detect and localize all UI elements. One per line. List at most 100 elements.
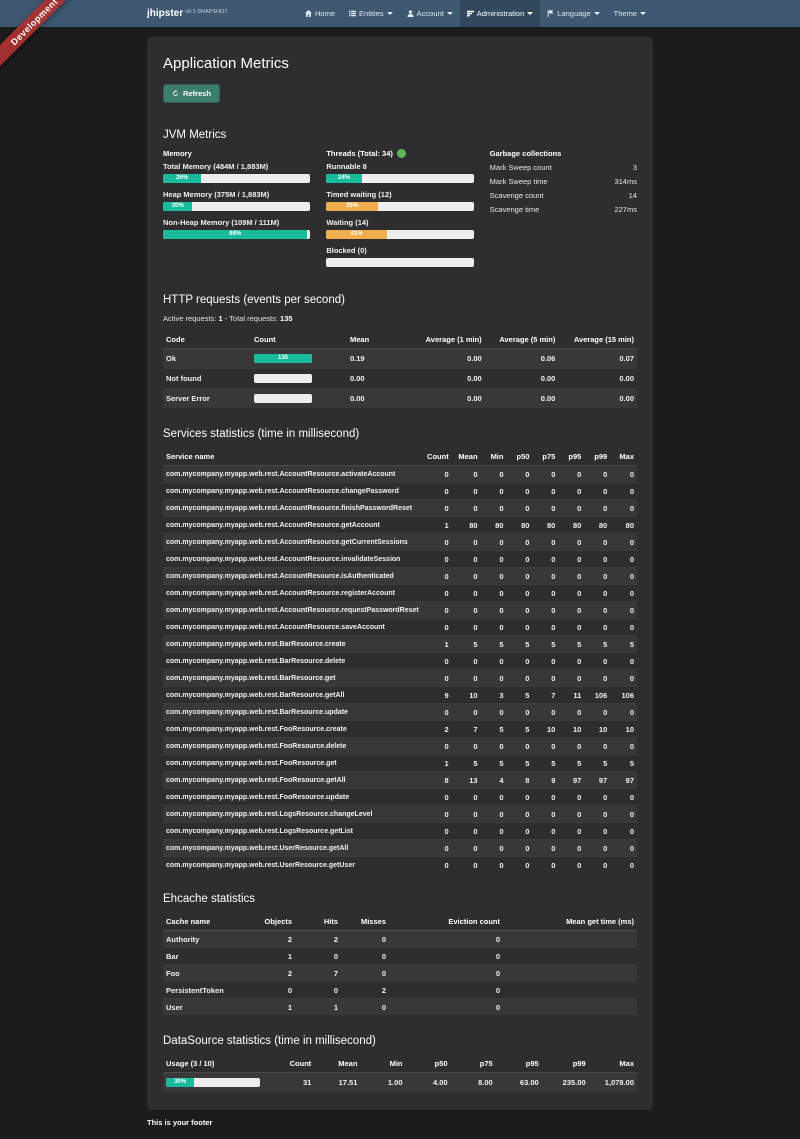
cell: 1 [422,755,452,772]
cell: 0 [584,653,610,670]
cell: 0 [452,568,481,585]
cell: 5 [481,636,507,653]
gc-label: Scavenge count [490,191,544,200]
cell: 0 [452,483,481,500]
cell: 0 [558,619,584,636]
cell: 0 [506,806,532,823]
cell: 0 [389,931,503,948]
nav-item-theme[interactable]: Theme [607,0,653,27]
nav-item-label: Theme [614,9,637,18]
metric: Timed waiting (12)35% [326,190,473,211]
cell: 106 [610,687,637,704]
column-header: p99 [542,1055,589,1073]
table-header-row: CodeCountMeanAverage (1 min)Average (5 m… [163,331,637,349]
cell: 13 [452,772,481,789]
cell: 0 [584,840,610,857]
cell: 0 [341,965,389,982]
table-row: com.mycompany.myapp.web.rest.BarResource… [163,687,637,704]
cell: com.mycompany.myapp.web.rest.AccountReso… [163,466,422,483]
entities-icon [349,10,356,17]
refresh-button-label: Refresh [183,89,211,98]
cell: Ok [163,349,251,369]
navbar-container: jhipster v0.1-SNAPSHOT HomeEntitiesAccou… [147,0,653,27]
cell: 0 [532,534,558,551]
cell: 0 [558,704,584,721]
progress-bar: 98% [163,230,310,239]
cell: 5 [481,755,507,772]
nav-item-entities[interactable]: Entities [342,0,400,27]
cell: 0 [481,483,507,500]
metric-label: Non-Heap Memory (109M / 111M) [163,218,310,227]
column-header: p50 [506,448,532,466]
cell: 0.07 [558,349,637,369]
user-icon [407,10,414,17]
active-requests-label: Active requests: [163,314,216,323]
cell: 0 [610,670,637,687]
cell: 0 [506,619,532,636]
cell: 0 [610,823,637,840]
memory-bars: Total Memory (484M / 1,883M)26%Heap Memo… [163,162,310,239]
cell: 0 [532,670,558,687]
cell: 8 [422,772,452,789]
thread-dump-icon[interactable] [397,149,406,158]
cell: 8 [506,772,532,789]
cell: com.mycompany.myapp.web.rest.AccountReso… [163,483,422,500]
summary-separator: - [225,314,228,323]
cell: 0 [558,857,584,874]
brand-link[interactable]: jhipster v0.1-SNAPSHOT [147,0,228,27]
home-icon [305,10,312,17]
cell: 5 [506,755,532,772]
gc-row: Scavenge count14 [490,188,637,202]
cell: 10 [584,721,610,738]
nav-item-home[interactable]: Home [298,0,342,27]
nav-item-administration[interactable]: Administration [460,0,541,27]
cell: 9 [422,687,452,704]
cell: 0.00 [347,389,411,409]
jvm-metrics-title: JVM Metrics [163,129,637,141]
table-row: PersistentToken0020 [163,982,637,999]
cell: 0 [506,857,532,874]
cell: com.mycompany.myapp.web.rest.AccountReso… [163,585,422,602]
cell: 2 [422,721,452,738]
cell: 0 [452,806,481,823]
table-row: com.mycompany.myapp.web.rest.FooResource… [163,755,637,772]
column-header: p99 [584,448,610,466]
cell: 0 [506,704,532,721]
cell: 3 [481,687,507,704]
refresh-button[interactable]: Refresh [163,84,220,103]
cell: com.mycompany.myapp.web.rest.AccountReso… [163,551,422,568]
caret-down-icon [387,12,393,15]
column-header: Hits [295,913,341,931]
cell: 0 [481,789,507,806]
cell: 80 [558,517,584,534]
http-requests-title: HTTP requests (events per second) [163,294,637,306]
column-header: Service name [163,448,422,466]
cell: 0 [610,568,637,585]
cell: 4 [481,772,507,789]
cell: 0 [481,840,507,857]
cell: 0 [389,948,503,965]
progress-bar: 41% [326,230,473,239]
column-header: Objects [244,913,295,931]
cell: 0 [481,602,507,619]
cell: 0 [481,670,507,687]
nav-item-language[interactable]: Language [540,0,606,27]
cell: 5 [452,755,481,772]
nav-item-account[interactable]: Account [400,0,460,27]
progress-bar: 26% [163,174,310,183]
table-row: com.mycompany.myapp.web.rest.AccountReso… [163,568,637,585]
cell: 0 [481,585,507,602]
cell: 0 [506,585,532,602]
cell: 0 [532,653,558,670]
cell: 5 [532,755,558,772]
cell: 0 [558,551,584,568]
table-row: Bar1000 [163,948,637,965]
cell: 0 [532,585,558,602]
cell: 0 [584,602,610,619]
cell: 80 [452,517,481,534]
cell: 0 [452,823,481,840]
cell: 0 [481,738,507,755]
cell: 5 [610,636,637,653]
cell: 0 [481,857,507,874]
cell: 0 [506,551,532,568]
